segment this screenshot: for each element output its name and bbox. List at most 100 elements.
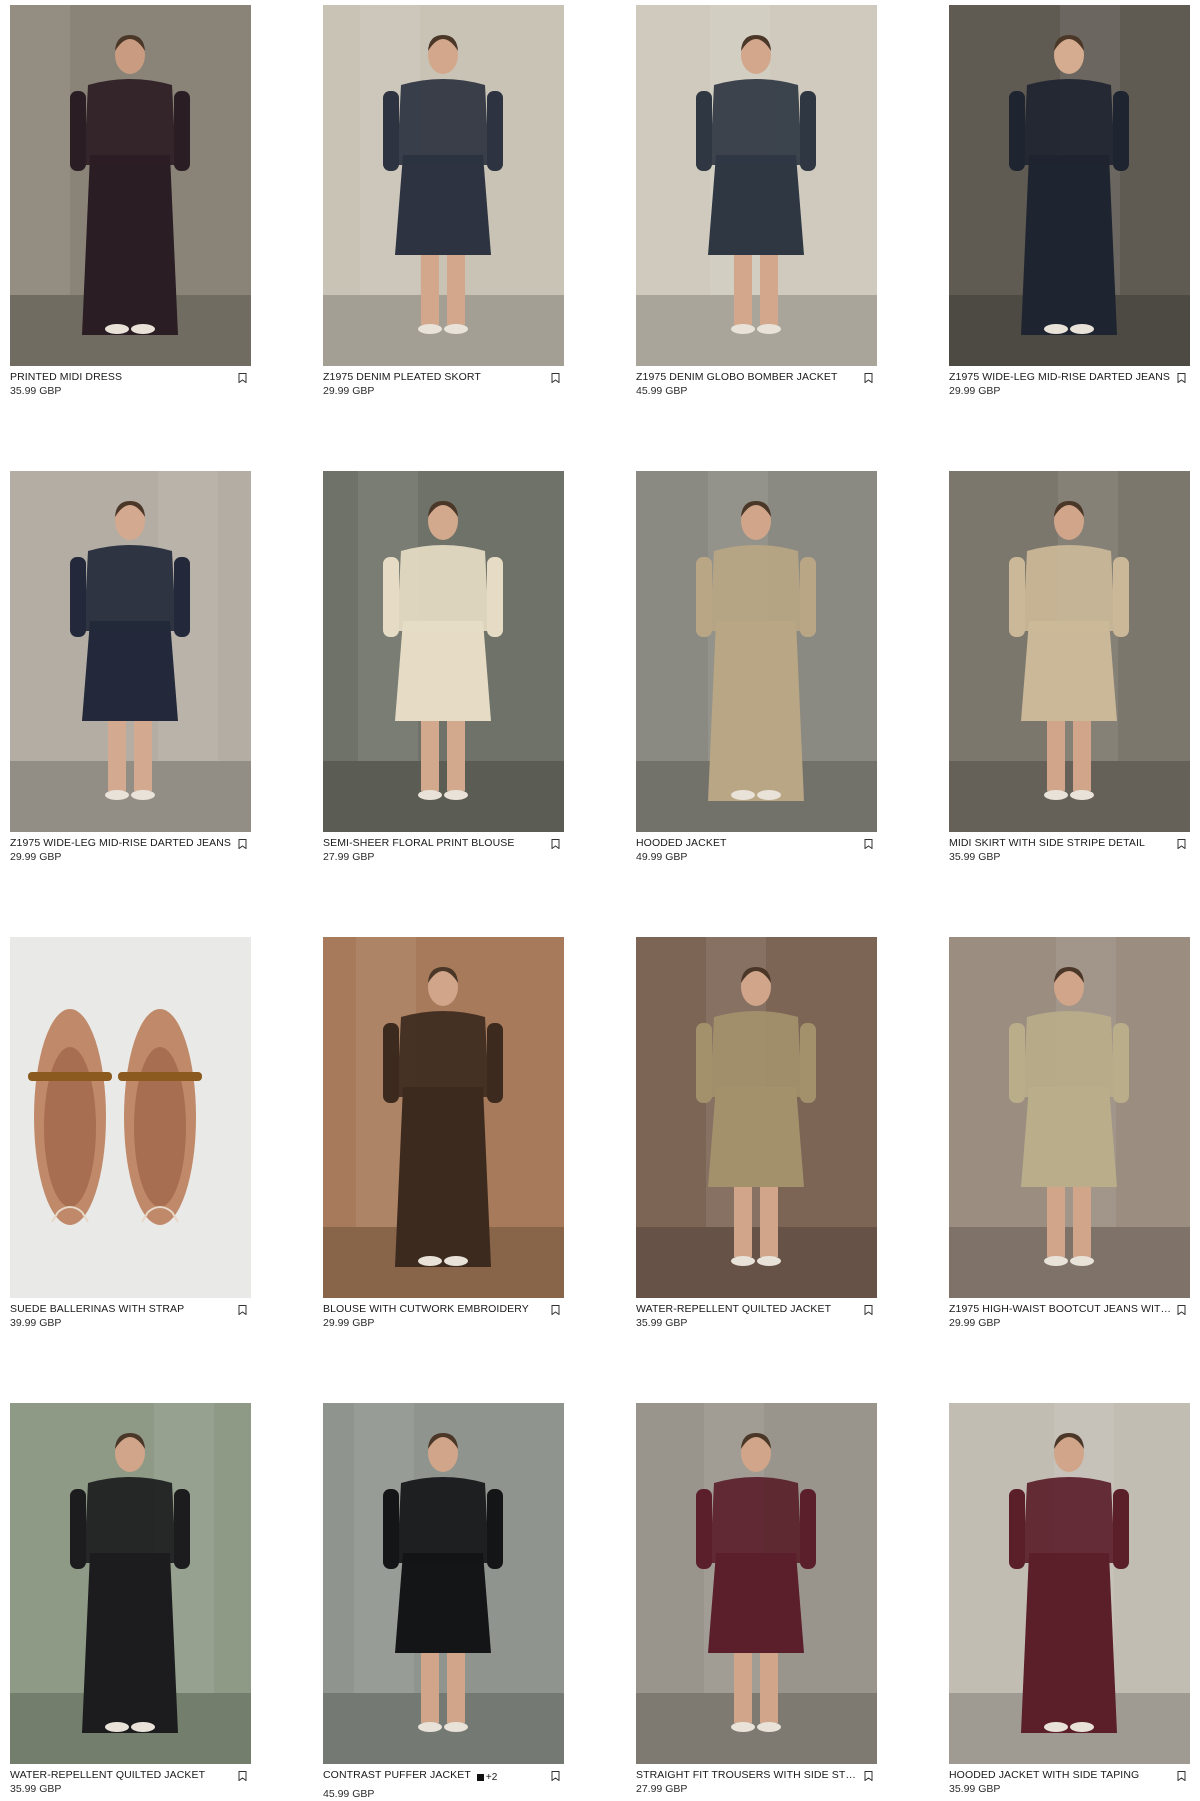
product-info: MIDI SKIRT WITH SIDE STRIPE DETAIL 35.99 … <box>949 837 1190 867</box>
product-name[interactable]: Z1975 DENIM PLEATED SKORT <box>323 371 545 384</box>
product-info: HOODED JACKET 49.99 GBP <box>636 837 877 867</box>
product-card[interactable]: SEMI-SHEER FLORAL PRINT BLOUSE 27.99 GBP <box>323 471 564 867</box>
product-info: SUEDE BALLERINAS WITH STRAP 39.99 GBP <box>10 1303 251 1333</box>
product-name[interactable]: HOODED JACKET <box>636 837 858 850</box>
product-image[interactable] <box>323 5 564 366</box>
model-puffer-jacket <box>323 1403 564 1764</box>
bookmark-icon[interactable] <box>864 373 873 383</box>
product-grid: PRINTED MIDI DRESS 35.99 GBP Z1975 DENIM P… <box>0 0 1200 1800</box>
color-swatches[interactable]: +2 <box>476 1772 498 1784</box>
product-image[interactable] <box>323 937 564 1298</box>
product-name[interactable]: HOODED JACKET WITH SIDE TAPING <box>949 1769 1171 1782</box>
product-card[interactable]: BLOUSE WITH CUTWORK EMBROIDERY 29.99 GBP <box>323 937 564 1333</box>
product-info: STRAIGHT FIT TROUSERS WITH SIDE STRIPE 27… <box>636 1769 877 1799</box>
model-quilted-jacket-khaki <box>636 937 877 1298</box>
product-image[interactable] <box>323 1403 564 1764</box>
product-image[interactable] <box>10 471 251 832</box>
product-card[interactable]: Z1975 WIDE-LEG MID-RISE DARTED JEANS 29.9… <box>949 5 1190 401</box>
bookmark-icon[interactable] <box>1177 373 1186 383</box>
model-hooded-taping <box>949 1403 1190 1764</box>
product-card[interactable]: SUEDE BALLERINAS WITH STRAP 39.99 GBP <box>10 937 251 1333</box>
product-image[interactable] <box>949 937 1190 1298</box>
product-price: 49.99 GBP <box>636 851 688 863</box>
product-info: WATER-REPELLENT QUILTED JACKET 35.99 GBP <box>10 1769 251 1799</box>
color-swatch[interactable] <box>476 1774 484 1782</box>
bookmark-icon[interactable] <box>551 1305 560 1315</box>
product-image[interactable] <box>636 471 877 832</box>
product-info: BLOUSE WITH CUTWORK EMBROIDERY 29.99 GBP <box>323 1303 564 1333</box>
product-name[interactable]: SEMI-SHEER FLORAL PRINT BLOUSE <box>323 837 545 850</box>
product-name[interactable]: WATER-REPELLENT QUILTED JACKET <box>636 1303 858 1316</box>
product-card[interactable]: WATER-REPELLENT QUILTED JACKET 35.99 GBP <box>636 937 877 1333</box>
product-price: 29.99 GBP <box>323 1317 375 1329</box>
product-card[interactable]: Z1975 HIGH-WAIST BOOTCUT JEANS WITH SIDE… <box>949 937 1190 1333</box>
product-card[interactable]: Z1975 DENIM PLEATED SKORT 29.99 GBP <box>323 5 564 401</box>
product-card[interactable]: HOODED JACKET 49.99 GBP <box>636 471 877 867</box>
bookmark-icon[interactable] <box>551 373 560 383</box>
bookmark-icon[interactable] <box>864 1305 873 1315</box>
product-price: 29.99 GBP <box>949 1317 1001 1329</box>
model-striped-shirt-jeans <box>949 5 1190 366</box>
product-name[interactable]: Z1975 DENIM GLOBO BOMBER JACKET <box>636 371 858 384</box>
product-image[interactable] <box>949 5 1190 366</box>
product-name[interactable]: Z1975 WIDE-LEG MID-RISE DARTED JEANS <box>10 837 232 850</box>
product-card[interactable]: CONTRAST PUFFER JACKET +2 45.99 GBP <box>323 1403 564 1800</box>
bookmark-icon[interactable] <box>238 1305 247 1315</box>
product-name[interactable]: Z1975 WIDE-LEG MID-RISE DARTED JEANS <box>949 371 1171 384</box>
bookmark-icon[interactable] <box>1177 839 1186 849</box>
product-image[interactable] <box>636 1403 877 1764</box>
product-price: 35.99 GBP <box>949 1783 1001 1795</box>
model-floral-blouse <box>323 471 564 832</box>
model-white-shirt-jeans <box>10 471 251 832</box>
model-midi-skirt <box>949 471 1190 832</box>
product-name[interactable]: SUEDE BALLERINAS WITH STRAP <box>10 1303 232 1316</box>
bookmark-icon[interactable] <box>864 839 873 849</box>
product-name[interactable]: MIDI SKIRT WITH SIDE STRIPE DETAIL <box>949 837 1171 850</box>
product-name-row: CONTRAST PUFFER JACKET +2 <box>323 1769 564 1787</box>
model-quilted-jacket-black <box>10 1403 251 1764</box>
product-name[interactable]: CONTRAST PUFFER JACKET <box>323 1769 471 1782</box>
bookmark-icon[interactable] <box>864 1771 873 1781</box>
product-name[interactable]: WATER-REPELLENT QUILTED JACKET <box>10 1769 232 1782</box>
product-name[interactable]: PRINTED MIDI DRESS <box>10 371 232 384</box>
product-image[interactable] <box>636 937 877 1298</box>
product-image[interactable] <box>949 471 1190 832</box>
product-card[interactable]: HOODED JACKET WITH SIDE TAPING 35.99 GBP <box>949 1403 1190 1799</box>
model-bomber-jacket <box>636 5 877 366</box>
product-info: Z1975 DENIM PLEATED SKORT 29.99 GBP <box>323 371 564 401</box>
product-name[interactable]: BLOUSE WITH CUTWORK EMBROIDERY <box>323 1303 545 1316</box>
more-colors-count: +2 <box>485 1772 498 1784</box>
product-card[interactable]: PRINTED MIDI DRESS 35.99 GBP <box>10 5 251 401</box>
bookmark-icon[interactable] <box>238 373 247 383</box>
product-price: 29.99 GBP <box>949 385 1001 397</box>
product-info: Z1975 DENIM GLOBO BOMBER JACKET 45.99 GBP <box>636 371 877 401</box>
bookmark-icon[interactable] <box>551 839 560 849</box>
bookmark-icon[interactable] <box>1177 1771 1186 1781</box>
product-name[interactable]: Z1975 HIGH-WAIST BOOTCUT JEANS WITH SIDE… <box>949 1303 1171 1316</box>
product-image[interactable] <box>10 5 251 366</box>
bookmark-icon[interactable] <box>1177 1305 1186 1315</box>
product-info: WATER-REPELLENT QUILTED JACKET 35.99 GBP <box>636 1303 877 1333</box>
product-price: 35.99 GBP <box>10 385 62 397</box>
product-name[interactable]: STRAIGHT FIT TROUSERS WITH SIDE STRIPE <box>636 1769 858 1782</box>
product-card[interactable]: Z1975 DENIM GLOBO BOMBER JACKET 45.99 GBP <box>636 5 877 401</box>
product-card[interactable]: WATER-REPELLENT QUILTED JACKET 35.99 GBP <box>10 1403 251 1799</box>
model-straight-trousers <box>636 1403 877 1764</box>
product-image[interactable] <box>323 471 564 832</box>
product-card[interactable]: STRAIGHT FIT TROUSERS WITH SIDE STRIPE 27… <box>636 1403 877 1799</box>
product-info: SEMI-SHEER FLORAL PRINT BLOUSE 27.99 GBP <box>323 837 564 867</box>
product-image[interactable] <box>10 937 251 1298</box>
product-image[interactable] <box>949 1403 1190 1764</box>
product-card[interactable]: MIDI SKIRT WITH SIDE STRIPE DETAIL 35.99 … <box>949 471 1190 867</box>
model-bootcut-jeans <box>949 937 1190 1298</box>
product-price: 27.99 GBP <box>323 851 375 863</box>
bookmark-icon[interactable] <box>238 839 247 849</box>
product-image[interactable] <box>10 1403 251 1764</box>
bookmark-icon[interactable] <box>551 1771 560 1781</box>
product-price: 29.99 GBP <box>10 851 62 863</box>
product-image[interactable] <box>636 5 877 366</box>
product-card[interactable]: Z1975 WIDE-LEG MID-RISE DARTED JEANS 29.9… <box>10 471 251 867</box>
product-info: Z1975 WIDE-LEG MID-RISE DARTED JEANS 29.9… <box>949 371 1190 401</box>
bookmark-icon[interactable] <box>238 1771 247 1781</box>
product-ballerinas <box>10 937 251 1298</box>
